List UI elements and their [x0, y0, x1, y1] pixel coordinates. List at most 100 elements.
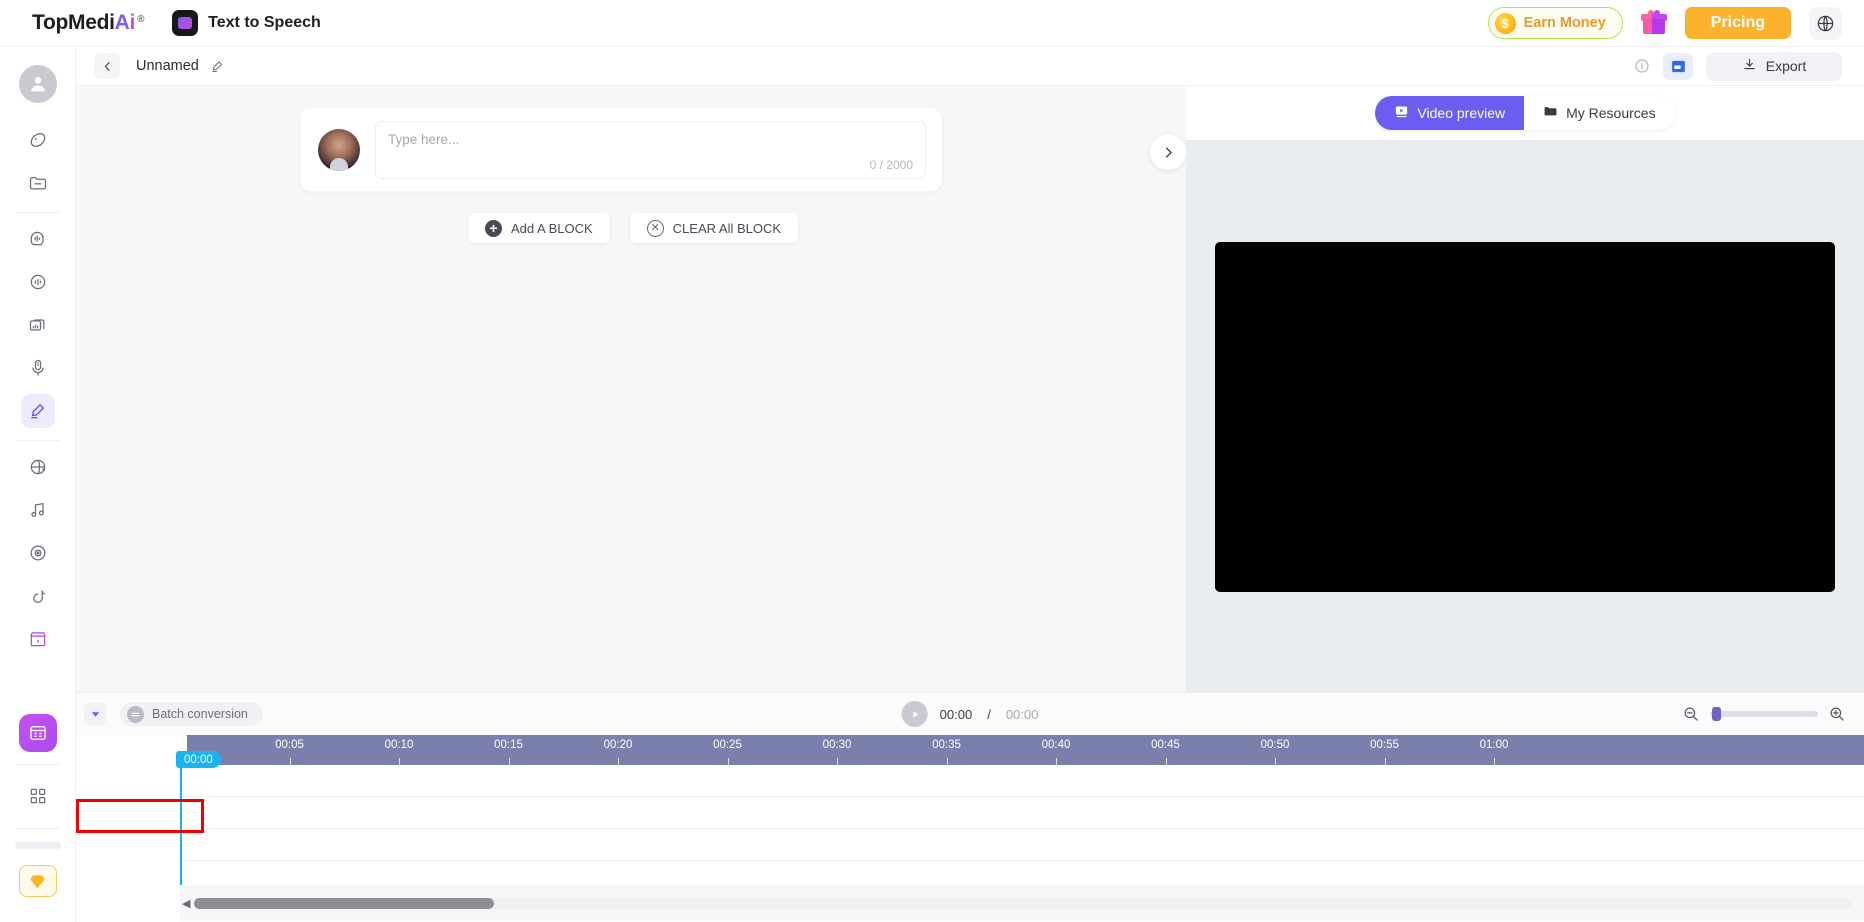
- zoom-slider[interactable]: [1710, 707, 1818, 721]
- ruler-tick: 00:30: [797, 735, 877, 765]
- folder-icon: [1543, 104, 1558, 122]
- top-navigation-bar: TopMedi Ai ® Text to Speech $ Earn Money P…: [0, 0, 1864, 47]
- editor-work-area: Type here... 0 / 2000 + Add A BLOCK ✕ CL…: [76, 86, 1186, 692]
- product-title: Text to Speech: [208, 14, 321, 31]
- track-lane[interactable]: [180, 797, 1864, 828]
- track-row[interactable]: +: [76, 797, 1864, 829]
- ruler-tick-line: [1384, 758, 1386, 765]
- sidebar-item-globe-voice[interactable]: [21, 450, 55, 484]
- ruler-tick-label: 00:20: [603, 739, 633, 751]
- ruler-tick: 00:50: [1235, 735, 1315, 765]
- speaker-avatar[interactable]: [318, 128, 360, 171]
- ruler-tick-line: [289, 758, 291, 765]
- ruler-tick-label: 00:40: [1041, 739, 1071, 751]
- sidebar-item-music[interactable]: [21, 493, 55, 527]
- video-canvas[interactable]: [1215, 241, 1835, 592]
- ruler-tick: 00:40: [1016, 735, 1096, 765]
- timeline-horizontal-scrollbar[interactable]: ◀: [76, 885, 1864, 921]
- clear-all-blocks-button[interactable]: ✕ CLEAR All BLOCK: [629, 213, 799, 243]
- track-row[interactable]: +: [76, 829, 1864, 861]
- gift-icon[interactable]: [1640, 10, 1667, 36]
- diamond-upgrade-icon[interactable]: [18, 865, 57, 897]
- timeline-ruler[interactable]: 00:05 00:10 00:15 00:20 00:25 00:30 00:35 00:40…: [76, 735, 1864, 765]
- brand-logo[interactable]: TopMedi Ai ®: [32, 11, 144, 35]
- avatar[interactable]: [18, 65, 57, 103]
- text-block-card: Type here... 0 / 2000: [300, 108, 942, 191]
- add-block-label: Add A BLOCK: [511, 220, 593, 236]
- add-block-button[interactable]: + Add A BLOCK: [468, 213, 610, 243]
- chevron-right-icon[interactable]: [1150, 134, 1186, 170]
- clear-block-label: CLEAR All BLOCK: [672, 220, 782, 236]
- product-title-group: Text to Speech: [172, 10, 321, 36]
- tab-video-preview[interactable]: Video preview: [1375, 96, 1525, 130]
- ruler-tick-line: [1056, 758, 1057, 765]
- play-rect-icon: [1394, 104, 1409, 122]
- save-icon[interactable]: [1663, 52, 1693, 80]
- playback-controls: 00:00 / 00:00: [901, 701, 1038, 727]
- chevron-left-icon[interactable]: [94, 53, 120, 79]
- ruler-tick-label: 00:05: [275, 739, 304, 751]
- ruler-tick-line: [508, 758, 510, 765]
- coin-icon: $: [1494, 12, 1516, 34]
- sidebar-item-voice-cloning[interactable]: [21, 123, 55, 157]
- batch-conversion-button[interactable]: Batch conversion: [120, 702, 263, 726]
- export-button[interactable]: Export: [1706, 51, 1842, 81]
- earn-money-button[interactable]: $ Earn Money: [1487, 7, 1623, 39]
- ruler-tick: 00:10: [359, 735, 439, 765]
- playhead[interactable]: 00:00: [175, 735, 221, 885]
- pencil-edit-icon[interactable]: [210, 59, 225, 74]
- ruler-tick: 00:20: [578, 735, 658, 765]
- sidebar-item-audio-enhance[interactable]: [21, 265, 55, 299]
- zoom-in-icon[interactable]: [1827, 704, 1847, 724]
- top-bar-actions: $ Earn Money Pricing: [1487, 6, 1842, 40]
- sidebar-divider-4: [15, 828, 60, 829]
- preview-panel: Video preview My Resources: [1186, 86, 1864, 692]
- apps-grid-icon[interactable]: [21, 779, 55, 813]
- track-row[interactable]: +: [76, 765, 1864, 797]
- ruler-tick-line: [837, 758, 838, 765]
- left-sidebar: [0, 47, 76, 922]
- ruler-tick-label: 00:25: [713, 739, 742, 751]
- preview-tab-bar: Video preview My Resources: [1186, 86, 1864, 141]
- pricing-button[interactable]: Pricing: [1684, 7, 1791, 39]
- sidebar-item-multi-track[interactable]: [21, 308, 55, 342]
- tab-my-resources[interactable]: My Resources: [1524, 96, 1674, 130]
- sidebar-item-vinyl[interactable]: [21, 536, 55, 570]
- timeline-toolbar: Batch conversion 00:00 / 00:00: [76, 693, 1864, 735]
- sidebar-item-microphone[interactable]: [21, 351, 55, 385]
- track-lane[interactable]: [180, 829, 1864, 860]
- sidebar-item-folder[interactable]: [21, 166, 55, 200]
- sidebar-item-voice-changer[interactable]: [21, 222, 55, 256]
- track-lane[interactable]: [180, 765, 1864, 796]
- sidebar-divider-2: [15, 440, 60, 441]
- text-input[interactable]: Type here... 0 / 2000: [375, 120, 926, 179]
- timeline-left-gutter: [76, 735, 180, 922]
- sidebar-divider-1: [15, 212, 60, 213]
- globe-icon[interactable]: [1809, 6, 1842, 40]
- time-separator: /: [987, 706, 991, 722]
- tab-my-resources-label: My Resources: [1566, 105, 1656, 121]
- sidebar-item-tiktok[interactable]: [21, 579, 55, 613]
- project-header-bar: Unnamed Export: [76, 47, 1864, 86]
- info-icon[interactable]: [1630, 54, 1654, 78]
- sidebar-item-text-to-speech[interactable]: [20, 394, 55, 428]
- playhead-handle[interactable]: [175, 735, 187, 752]
- play-icon[interactable]: [901, 701, 928, 727]
- sidebar-item-store[interactable]: [21, 622, 55, 656]
- download-icon: [1742, 57, 1757, 75]
- sidebar-progress-bar: [14, 842, 61, 849]
- ruler-tick: 00:45: [1126, 735, 1206, 765]
- ruler-tick-label: 00:45: [1151, 739, 1180, 751]
- zoom-out-icon[interactable]: [1681, 704, 1701, 724]
- scrollbar-track[interactable]: [194, 897, 1852, 909]
- scroll-left-arrow[interactable]: ◀: [182, 897, 190, 910]
- export-label: Export: [1765, 58, 1807, 74]
- scrollbar-thumb[interactable]: [194, 897, 494, 909]
- zoom-slider-thumb[interactable]: [1712, 707, 1721, 721]
- ruler-tick-label: 00:35: [932, 739, 961, 751]
- ruler-tick-label: 00:55: [1370, 739, 1399, 751]
- caret-down-icon[interactable]: [84, 703, 106, 725]
- brand-text-top: TopMedi: [32, 11, 115, 34]
- batch-conversion-label: Batch conversion: [152, 707, 248, 721]
- video-editor-tile-icon[interactable]: [18, 714, 57, 752]
